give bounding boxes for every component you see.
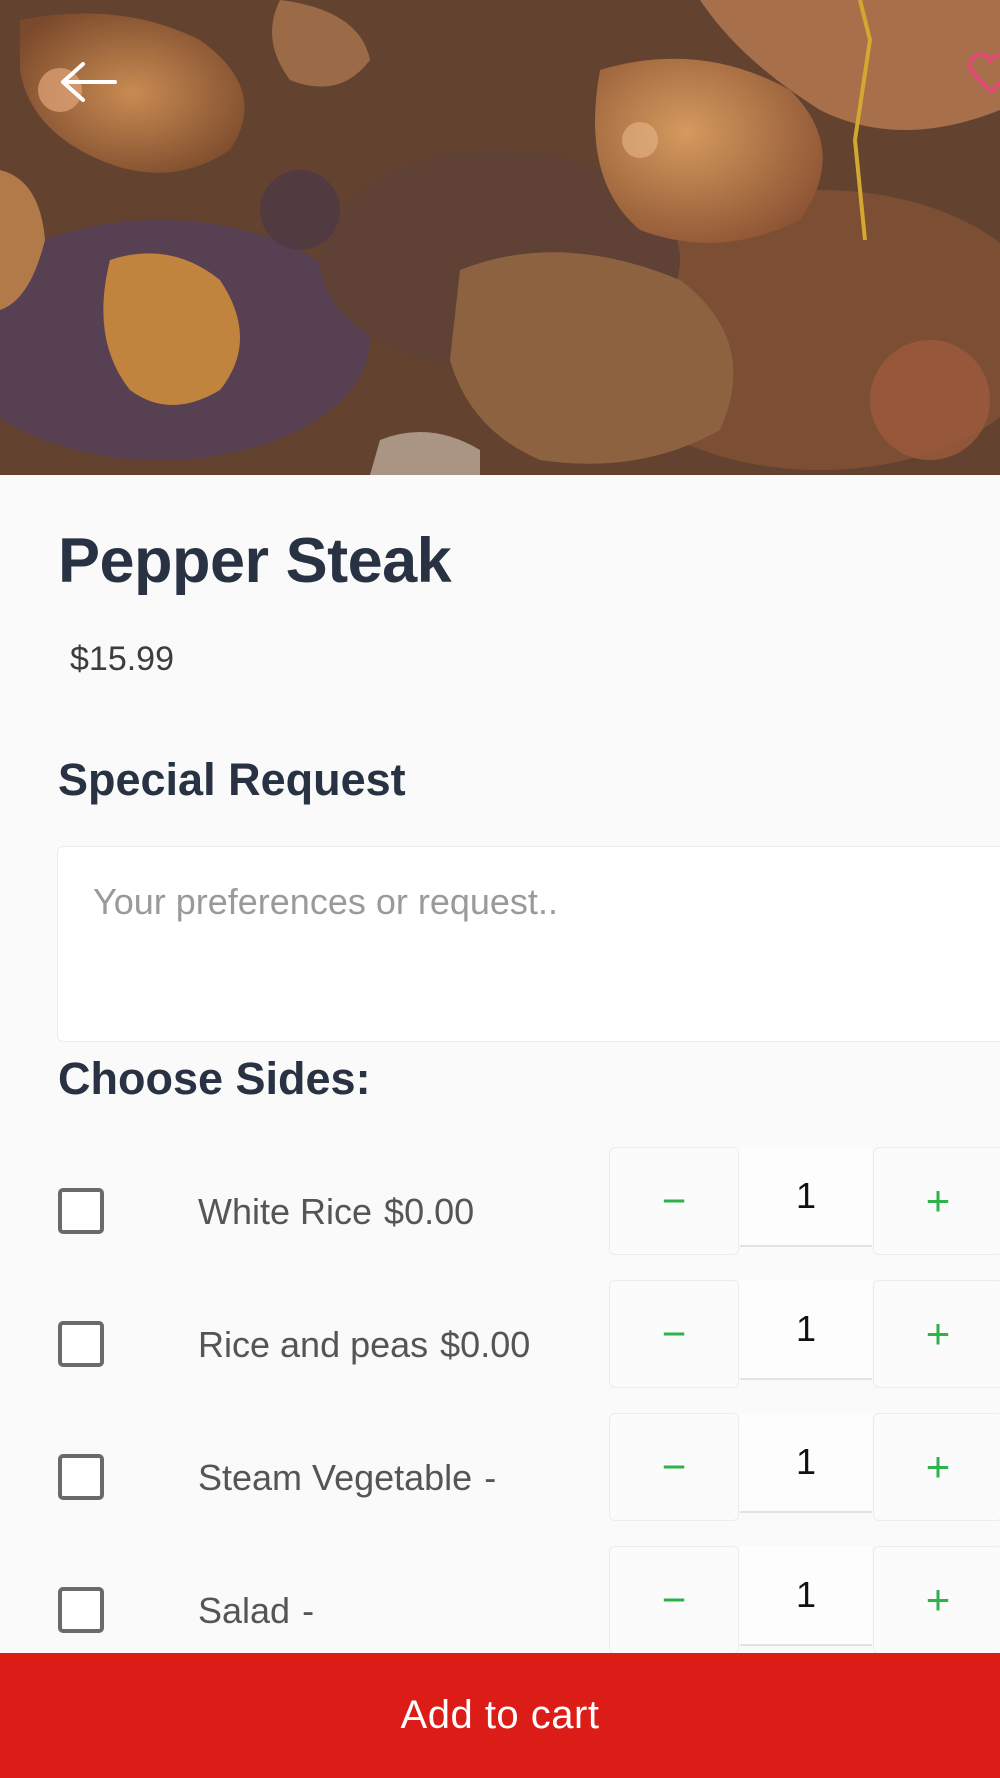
side-label: Steam Vegetable - (198, 1457, 496, 1499)
special-request-heading: Special Request (58, 754, 406, 805)
side-checkbox[interactable] (58, 1188, 104, 1234)
favorite-button[interactable] (966, 48, 1000, 98)
food-photo (0, 0, 1000, 475)
side-label: White Rice $0.00 (198, 1191, 474, 1233)
increment-button[interactable]: + (873, 1413, 1000, 1521)
side-checkbox[interactable] (58, 1321, 104, 1367)
side-name: Salad (198, 1590, 291, 1631)
side-price: $0.00 (384, 1191, 475, 1232)
item-title: Pepper Steak (58, 526, 452, 596)
heart-icon (968, 52, 1000, 95)
increment-button[interactable]: + (873, 1147, 1000, 1255)
side-row-rice-and-peas: Rice and peas $0.00 − 1 + (0, 1280, 1000, 1390)
side-row-white-rice: White Rice $0.00 − 1 + (0, 1147, 1000, 1257)
increment-button[interactable]: + (873, 1546, 1000, 1654)
side-label: Salad - (198, 1590, 314, 1632)
side-row-steam-vegetable: Steam Vegetable - − 1 + (0, 1413, 1000, 1523)
special-request-field-container (57, 846, 1000, 1042)
side-name: Rice and peas (198, 1324, 429, 1365)
side-name: Steam Vegetable (198, 1457, 473, 1498)
side-row-salad: Salad - − 1 + (0, 1546, 1000, 1656)
quantity-value: 1 (740, 1546, 872, 1646)
choose-sides-heading: Choose Sides: (58, 1053, 371, 1104)
side-price: - (302, 1590, 315, 1631)
side-checkbox[interactable] (58, 1454, 104, 1500)
side-name: White Rice (198, 1191, 373, 1232)
side-label: Rice and peas $0.00 (198, 1324, 530, 1366)
quantity-value: 1 (740, 1280, 872, 1380)
side-checkbox[interactable] (58, 1587, 104, 1633)
side-price: $0.00 (440, 1324, 531, 1365)
special-request-input[interactable] (58, 847, 1000, 1041)
arrow-left-icon (61, 62, 117, 102)
decrement-button[interactable]: − (609, 1280, 739, 1388)
decrement-button[interactable]: − (609, 1147, 739, 1255)
back-button[interactable] (52, 52, 122, 112)
side-price: - (484, 1457, 497, 1498)
decrement-button[interactable]: − (609, 1546, 739, 1654)
item-price: $15.99 (70, 640, 174, 678)
quantity-value: 1 (740, 1147, 872, 1247)
decrement-button[interactable]: − (609, 1413, 739, 1521)
add-to-cart-button[interactable]: Add to cart (0, 1653, 1000, 1778)
food-photo-illustration (0, 0, 1000, 475)
increment-button[interactable]: + (873, 1280, 1000, 1388)
quantity-value: 1 (740, 1413, 872, 1513)
